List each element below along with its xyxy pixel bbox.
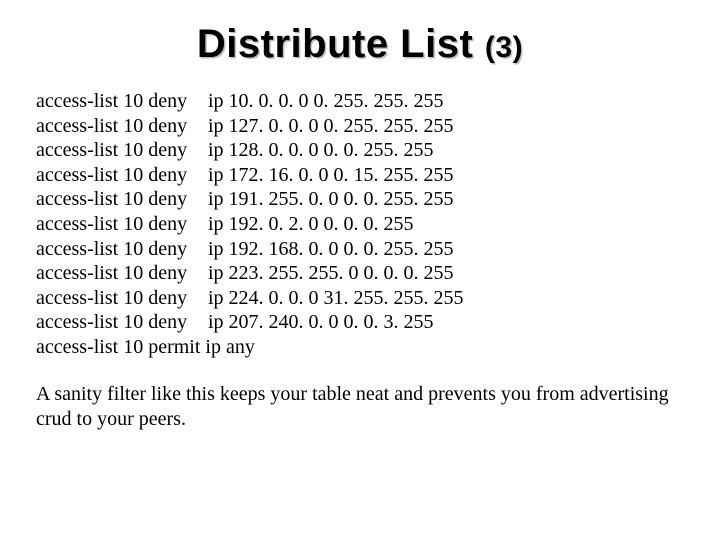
acl-rule: ip 223. 255. 255. 0 0. 0. 0. 255 (208, 262, 454, 284)
acl-rule: ip 192. 168. 0. 0 0. 0. 255. 255 (208, 238, 454, 260)
acl-cmd: access-list 10 deny (36, 187, 208, 212)
acl-row: access-list 10 denyip 192. 168. 0. 0 0. … (36, 237, 684, 262)
acl-cmd: access-list 10 deny (36, 237, 208, 262)
acl-rule: ip 191. 255. 0. 0 0. 0. 255. 255 (208, 188, 454, 210)
title-sub: (3) (485, 31, 523, 64)
acl-rule: ip 224. 0. 0. 0 31. 255. 255. 255 (208, 287, 464, 309)
acl-rule: ip 128. 0. 0. 0 0. 0. 255. 255 (208, 139, 434, 161)
acl-cmd: access-list 10 deny (36, 163, 208, 188)
acl-row: access-list 10 denyip 192. 0. 2. 0 0. 0.… (36, 212, 684, 237)
acl-rule: ip 127. 0. 0. 0 0. 255. 255. 255 (208, 115, 454, 137)
acl-row: access-list 10 denyip 128. 0. 0. 0 0. 0.… (36, 138, 684, 163)
acl-rule: ip 172. 16. 0. 0 0. 15. 255. 255 (208, 164, 454, 186)
acl-cmd: access-list 10 deny (36, 261, 208, 286)
acl-row: access-list 10 denyip 10. 0. 0. 0 0. 255… (36, 89, 684, 114)
acl-cmd: access-list 10 permit ip any (36, 336, 255, 358)
acl-row: access-list 10 denyip 207. 240. 0. 0 0. … (36, 310, 684, 335)
acl-row: access-list 10 denyip 224. 0. 0. 0 31. 2… (36, 286, 684, 311)
acl-cmd: access-list 10 deny (36, 310, 208, 335)
acl-cmd: access-list 10 deny (36, 286, 208, 311)
acl-row: access-list 10 denyip 223. 255. 255. 0 0… (36, 261, 684, 286)
acl-rule: ip 207. 240. 0. 0 0. 0. 3. 255 (208, 311, 434, 333)
acl-row: access-list 10 denyip 172. 16. 0. 0 0. 1… (36, 163, 684, 188)
acl-cmd: access-list 10 deny (36, 138, 208, 163)
acl-row: access-list 10 denyip 127. 0. 0. 0 0. 25… (36, 114, 684, 139)
acl-rule: ip 10. 0. 0. 0 0. 255. 255. 255 (208, 90, 444, 112)
acl-rule: ip 192. 0. 2. 0 0. 0. 0. 255 (208, 213, 414, 235)
acl-cmd: access-list 10 deny (36, 212, 208, 237)
acl-cmd: access-list 10 deny (36, 89, 208, 114)
caption-text: A sanity filter like this keeps your tab… (36, 382, 684, 432)
acl-row: access-list 10 permit ip any (36, 335, 684, 360)
title-main: Distribute List (197, 22, 473, 66)
slide: Distribute List (3) access-list 10 denyi… (0, 0, 720, 540)
slide-title: Distribute List (3) (36, 22, 684, 67)
acl-cmd: access-list 10 deny (36, 114, 208, 139)
acl-block: access-list 10 denyip 10. 0. 0. 0 0. 255… (36, 89, 684, 360)
acl-row: access-list 10 denyip 191. 255. 0. 0 0. … (36, 187, 684, 212)
